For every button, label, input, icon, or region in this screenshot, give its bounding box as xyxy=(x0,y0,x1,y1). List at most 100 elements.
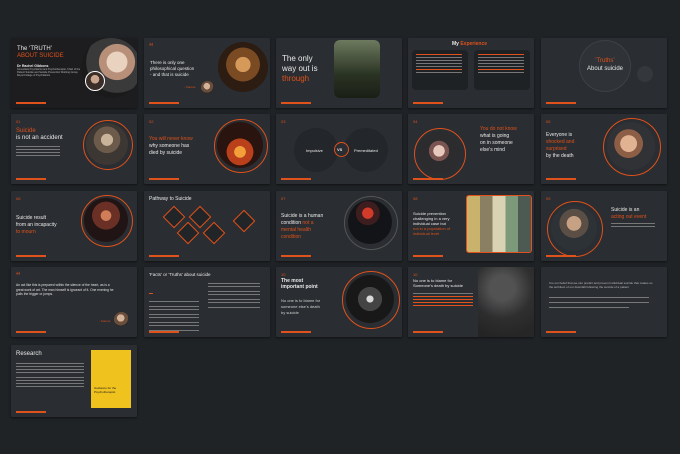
accent-bar xyxy=(149,255,179,257)
slide-17-facts-truths[interactable]: ‘Facts’ or ‘Truths’ about suicide xyxy=(144,267,270,337)
accent-bar xyxy=(546,102,576,104)
slide-15-acting-out[interactable]: 09 Suicide is an acting out event xyxy=(541,191,667,261)
accent-bar xyxy=(281,102,311,104)
quote-mark-icon: “ xyxy=(149,42,154,53)
accent-bar xyxy=(149,102,179,104)
slide-16-camus-quote[interactable]: “ An act like this is prepared within th… xyxy=(11,267,137,337)
slide-8-impulsive-vs[interactable]: 03 Impulsive Premeditated VS xyxy=(276,114,402,184)
slide-line2: shocked and xyxy=(546,139,575,145)
not-a-highlight: not a xyxy=(302,220,314,226)
slide-number: 07 xyxy=(281,196,286,201)
quote-attribution: - Camus xyxy=(99,319,111,323)
slide-line2: way out is xyxy=(282,64,318,73)
slide-text: It is our belief that we can predict and… xyxy=(549,281,653,289)
slide-line2: About suicide xyxy=(586,66,624,72)
slide-line1: Suicide result xyxy=(16,215,47,221)
experience-text-right xyxy=(478,54,524,75)
slide-21-research[interactable]: Research Guidance for the Psychotherapis… xyxy=(11,345,137,417)
decorative-ball xyxy=(637,66,653,82)
slide-line3: to mourn xyxy=(16,229,36,235)
title-prefix: My xyxy=(452,41,459,47)
camus-avatar xyxy=(201,81,214,94)
slide-9-someones-mind[interactable]: 04 You do not know what is going on in s… xyxy=(408,114,534,184)
young-man-photo xyxy=(551,205,597,251)
slide-line4: condition xyxy=(281,234,302,240)
slide-line2: from an incapacity xyxy=(16,222,57,228)
slide-11-mourn[interactable]: 06 Suicide result from an incapacity to … xyxy=(11,191,137,261)
sitting-figure-photo xyxy=(346,275,394,323)
slide-line2: acting out event xyxy=(611,214,647,220)
slide-12-pathway[interactable]: Pathway to Suicide xyxy=(144,191,270,261)
accent-bar xyxy=(16,255,46,257)
subway-platform-photo xyxy=(466,195,532,253)
facts-column-left xyxy=(149,283,199,333)
slide-14-prevention[interactable]: 08 Suicide prevention challenging in a v… xyxy=(408,191,534,261)
slide-19-no-blame[interactable]: 10 No one is to blame for Someone’s deat… xyxy=(408,267,534,337)
slide-line4: by the death xyxy=(546,153,574,159)
slide-title: ‘Facts’ or ‘Truths’ about suicide xyxy=(149,272,211,277)
slide-number: 08 xyxy=(413,196,418,201)
supporting-text xyxy=(611,223,655,229)
accent-bar xyxy=(546,331,576,333)
slide-line3: mental health xyxy=(281,227,312,233)
slide-5-truths[interactable]: ‘Truths’ About suicide xyxy=(541,38,667,108)
accent-bar xyxy=(413,331,443,333)
slide-number: 10 xyxy=(281,272,286,277)
slide-1-title[interactable]: The ‘TRUTH’ ABOUT SUICIDE Dr Rachel Gibb… xyxy=(11,38,137,108)
book-cover: Guidance for the Psychotherapist xyxy=(91,350,131,408)
painting-image xyxy=(218,42,268,92)
slide-line1: Suicide is a human xyxy=(281,213,324,219)
slide-line1: Suicide xyxy=(16,128,36,134)
slide-line1: The only xyxy=(282,54,313,63)
slide-line3: died by suicide xyxy=(149,150,183,156)
pathway-diamond-5 xyxy=(232,209,256,233)
slide-10-shocked[interactable]: 05 Everyone is shocked and surprised by … xyxy=(541,114,667,184)
slide-line1: Suicide is an xyxy=(611,207,640,213)
slide-6-not-accident[interactable]: 01 Suicide is not an accident xyxy=(11,114,137,184)
slide-title: Research xyxy=(16,351,42,357)
slide-4-experience[interactable]: My Experience xyxy=(408,38,534,108)
slide-line1: You will never know xyxy=(149,136,193,142)
slide-line4: else’s mind xyxy=(480,147,505,153)
premeditated-label: Premeditated xyxy=(354,148,378,153)
figure-brain-photo xyxy=(348,200,392,244)
slide-line1: You do not know xyxy=(480,126,517,132)
experience-text-left xyxy=(416,54,462,75)
author-description: Consultant Psychiatrist and Psychotherap… xyxy=(17,68,81,77)
fire-photo xyxy=(217,122,263,168)
slide-title: My Experience xyxy=(452,41,487,48)
slide-line5: by suicide xyxy=(281,310,299,315)
slide-line3: on in someone xyxy=(480,140,513,146)
grieving-woman-photo xyxy=(84,198,128,242)
title-highlight: Experience xyxy=(460,41,488,47)
slide-18-most-important[interactable]: 10 The most important point No one is to… xyxy=(276,267,402,337)
brain-photo xyxy=(418,132,460,174)
research-text xyxy=(16,363,84,389)
slide-number: 05 xyxy=(546,119,551,124)
accent-bar xyxy=(16,411,46,413)
background-photo xyxy=(478,267,534,337)
accent-bar xyxy=(16,331,46,333)
pathway-diamond-4 xyxy=(202,221,226,245)
quote-text: An act like this is prepared within the … xyxy=(16,283,114,297)
slide-3-through[interactable]: The only way out is through xyxy=(276,38,402,108)
slide-line2: what is going xyxy=(480,133,510,139)
pathway-diamond-1 xyxy=(162,205,186,229)
quote-mark-icon: “ xyxy=(16,271,21,282)
accent-bar xyxy=(546,255,576,257)
slide-line2: important point xyxy=(281,284,318,290)
quote-line3: - and that is suicide xyxy=(150,72,189,77)
accent-bar xyxy=(281,331,311,333)
slide-13-human-condition[interactable]: 07 Suicide is a human condition not a me… xyxy=(276,191,402,261)
slide-number: 03 xyxy=(281,119,286,124)
accent-bar xyxy=(149,331,179,333)
quote-attribution: - Camus xyxy=(184,85,196,89)
slide-2-quote[interactable]: “ There is only one philosophical questi… xyxy=(144,38,270,108)
accent-bar xyxy=(413,102,443,104)
slide-number: 09 xyxy=(546,196,551,201)
forest-photo xyxy=(334,40,380,98)
slide-20-belief[interactable]: It is our belief that we can predict and… xyxy=(541,267,667,337)
accent-bar xyxy=(413,255,443,257)
slide-number: 01 xyxy=(16,119,21,124)
slide-7-never-know[interactable]: 02 You will never know why someone has d… xyxy=(144,114,270,184)
